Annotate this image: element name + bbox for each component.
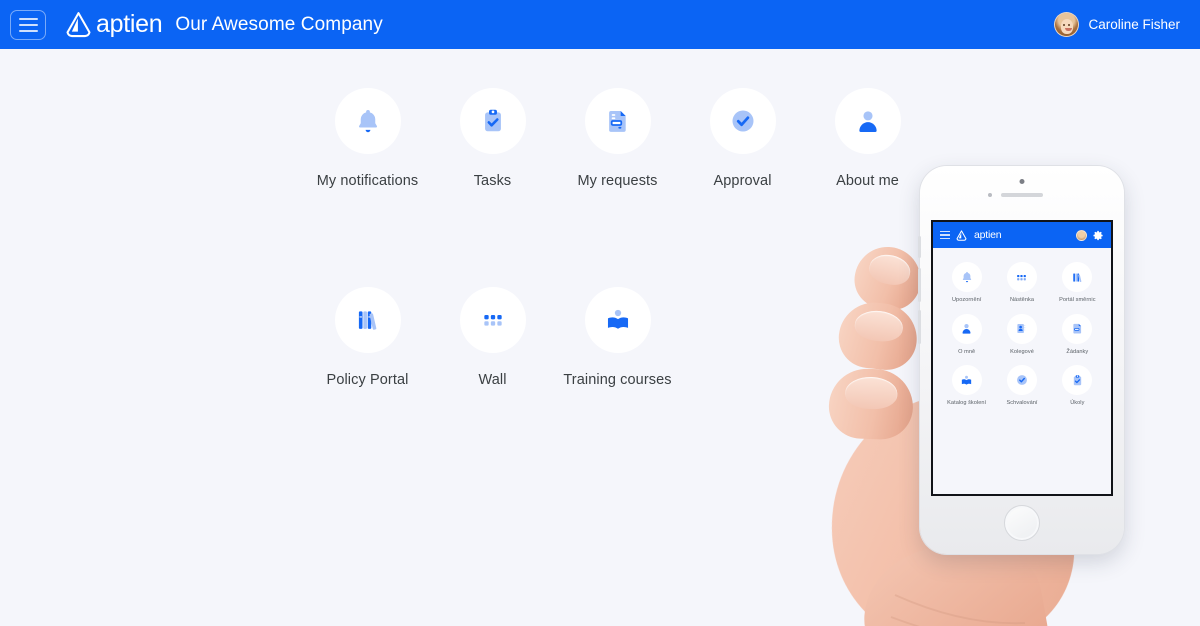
tile-icon-wrap	[951, 313, 982, 344]
tile-icon-wrap	[951, 365, 982, 396]
phone-tile-upozorneni[interactable]: Upozornění	[939, 262, 994, 305]
tile-icon-wrap	[584, 287, 651, 353]
tile-approval[interactable]: Approval	[680, 88, 805, 189]
phone-mockup: aptien Upozornění Nástěnka Portál směrni…	[818, 150, 1200, 626]
tile-label: Policy Portal	[326, 372, 409, 388]
dot-grid-icon	[1017, 274, 1027, 280]
home-button[interactable]	[1004, 505, 1040, 541]
clipboard-check-icon	[484, 109, 501, 132]
tile-label: Upozornění	[951, 297, 982, 303]
tile-label: Portál směrnic	[1059, 297, 1096, 303]
tile-icon-wrap	[1006, 365, 1037, 396]
phone-tile-portal-smernic[interactable]: Portál směrnic	[1050, 262, 1105, 305]
user-name: Caroline Fisher	[1088, 17, 1180, 32]
tile-label: Schvalování	[1006, 400, 1038, 407]
phone-device: aptien Upozornění Nástěnka Portál směrni…	[918, 166, 1124, 554]
tile-policy-portal[interactable]: Policy Portal	[305, 287, 430, 388]
tile-label: Wall	[478, 372, 507, 388]
brand-name: aptien	[96, 10, 163, 38]
app-header: aptien Our Awesome Company Caroline Fish…	[0, 0, 1200, 49]
tile-icon-wrap	[951, 262, 982, 292]
phone-tile-grid: Upozornění Nástěnka Portál směrnic O mně…	[933, 248, 1111, 408]
phone-brand-name: aptien	[974, 229, 1002, 241]
document-icon	[1073, 323, 1081, 334]
tile-icon-wrap	[459, 287, 526, 353]
tile-label: Training courses	[563, 372, 672, 388]
tile-label: O mně	[958, 348, 976, 355]
tile-label: Žádanky	[1066, 348, 1089, 355]
mute-switch[interactable]	[918, 236, 921, 258]
phone-tile-zadanky[interactable]: Žádanky	[1050, 313, 1105, 357]
tile-icon-wrap	[459, 88, 526, 154]
tile-label: Kolegové	[1010, 348, 1034, 355]
hamburger-line	[18, 17, 38, 20]
books-icon	[358, 311, 376, 330]
phone-tile-row-1: Upozornění Nástěnka Portál směrnic	[939, 262, 1105, 305]
tile-icon-wrap	[1006, 262, 1037, 292]
hamburger-icon[interactable]	[940, 230, 950, 240]
tile-icon-wrap	[334, 88, 401, 154]
phone-tile-katalog-skoleni[interactable]: Katalog školení	[939, 365, 994, 408]
volume-up-button[interactable]	[918, 268, 921, 302]
tile-label: Úkoly	[1070, 400, 1085, 407]
tile-label: Nástěnka	[1009, 297, 1035, 303]
phone-tile-kolegove[interactable]: Kolegové	[994, 313, 1049, 357]
tile-icon-wrap	[834, 88, 901, 154]
tile-label: Katalog školení	[947, 400, 987, 407]
tile-label: Tasks	[473, 173, 512, 189]
tile-icon-wrap	[1062, 365, 1093, 396]
user-menu[interactable]: Caroline Fisher	[1054, 12, 1188, 37]
phone-app-header: aptien	[933, 222, 1111, 248]
open-book-icon	[961, 375, 972, 385]
tile-icon-wrap	[584, 88, 651, 154]
hamburger-icon[interactable]	[10, 9, 46, 40]
tile-icon-wrap	[709, 88, 776, 154]
front-camera	[988, 193, 992, 197]
check-circle-icon	[732, 110, 753, 132]
open-book-icon	[607, 309, 628, 329]
bell-icon	[358, 110, 377, 133]
gear-icon[interactable]	[1093, 230, 1104, 241]
person-icon	[962, 324, 971, 334]
tile-wall[interactable]: Wall	[430, 287, 555, 388]
phone-tile-schvalovani[interactable]: Schvalování	[994, 365, 1049, 408]
tile-tasks[interactable]: Tasks	[430, 88, 555, 189]
aptien-logo-icon	[66, 12, 91, 38]
avatar[interactable]	[1076, 229, 1087, 241]
check-circle-icon	[1017, 375, 1027, 385]
avatar	[1054, 12, 1080, 37]
tile-training-courses[interactable]: Training courses	[555, 287, 680, 388]
dot-grid-icon	[483, 315, 502, 326]
contact-card-icon	[1017, 323, 1026, 334]
tile-icon-wrap	[334, 287, 401, 353]
proximity-sensor	[1019, 179, 1025, 184]
tile-icon-wrap	[1062, 262, 1093, 292]
tile-label: My notifications	[316, 173, 419, 189]
person-icon	[858, 111, 877, 132]
document-icon	[608, 110, 626, 132]
earpiece-speaker	[1001, 193, 1043, 197]
phone-tile-row-2: O mně Kolegové Žádanky	[939, 313, 1105, 357]
brand-logo[interactable]: aptien	[65, 10, 163, 39]
phone-tile-o-mne[interactable]: O mně	[939, 313, 994, 357]
tile-my-requests[interactable]: My requests	[555, 88, 680, 189]
tile-label: Approval	[713, 173, 772, 189]
tile-label: My requests	[577, 173, 658, 189]
hamburger-line	[18, 29, 38, 32]
phone-tile-ukoly[interactable]: Úkoly	[1050, 365, 1105, 408]
bell-icon	[962, 271, 971, 283]
hamburger-line	[18, 23, 38, 26]
tile-icon-wrap	[1062, 313, 1093, 344]
phone-tile-nastenka[interactable]: Nástěnka	[994, 262, 1049, 305]
clipboard-check-icon	[1073, 374, 1081, 385]
tile-my-notifications[interactable]: My notifications	[305, 88, 430, 189]
tile-icon-wrap	[1006, 313, 1037, 344]
phone-screen: aptien Upozornění Nástěnka Portál směrni…	[931, 220, 1113, 496]
company-name: Our Awesome Company	[175, 13, 383, 35]
books-icon	[1073, 272, 1082, 282]
aptien-logo-icon	[956, 229, 967, 241]
phone-tile-row-3: Katalog školení Schvalování Úkoly	[939, 365, 1105, 408]
volume-down-button[interactable]	[918, 310, 921, 344]
